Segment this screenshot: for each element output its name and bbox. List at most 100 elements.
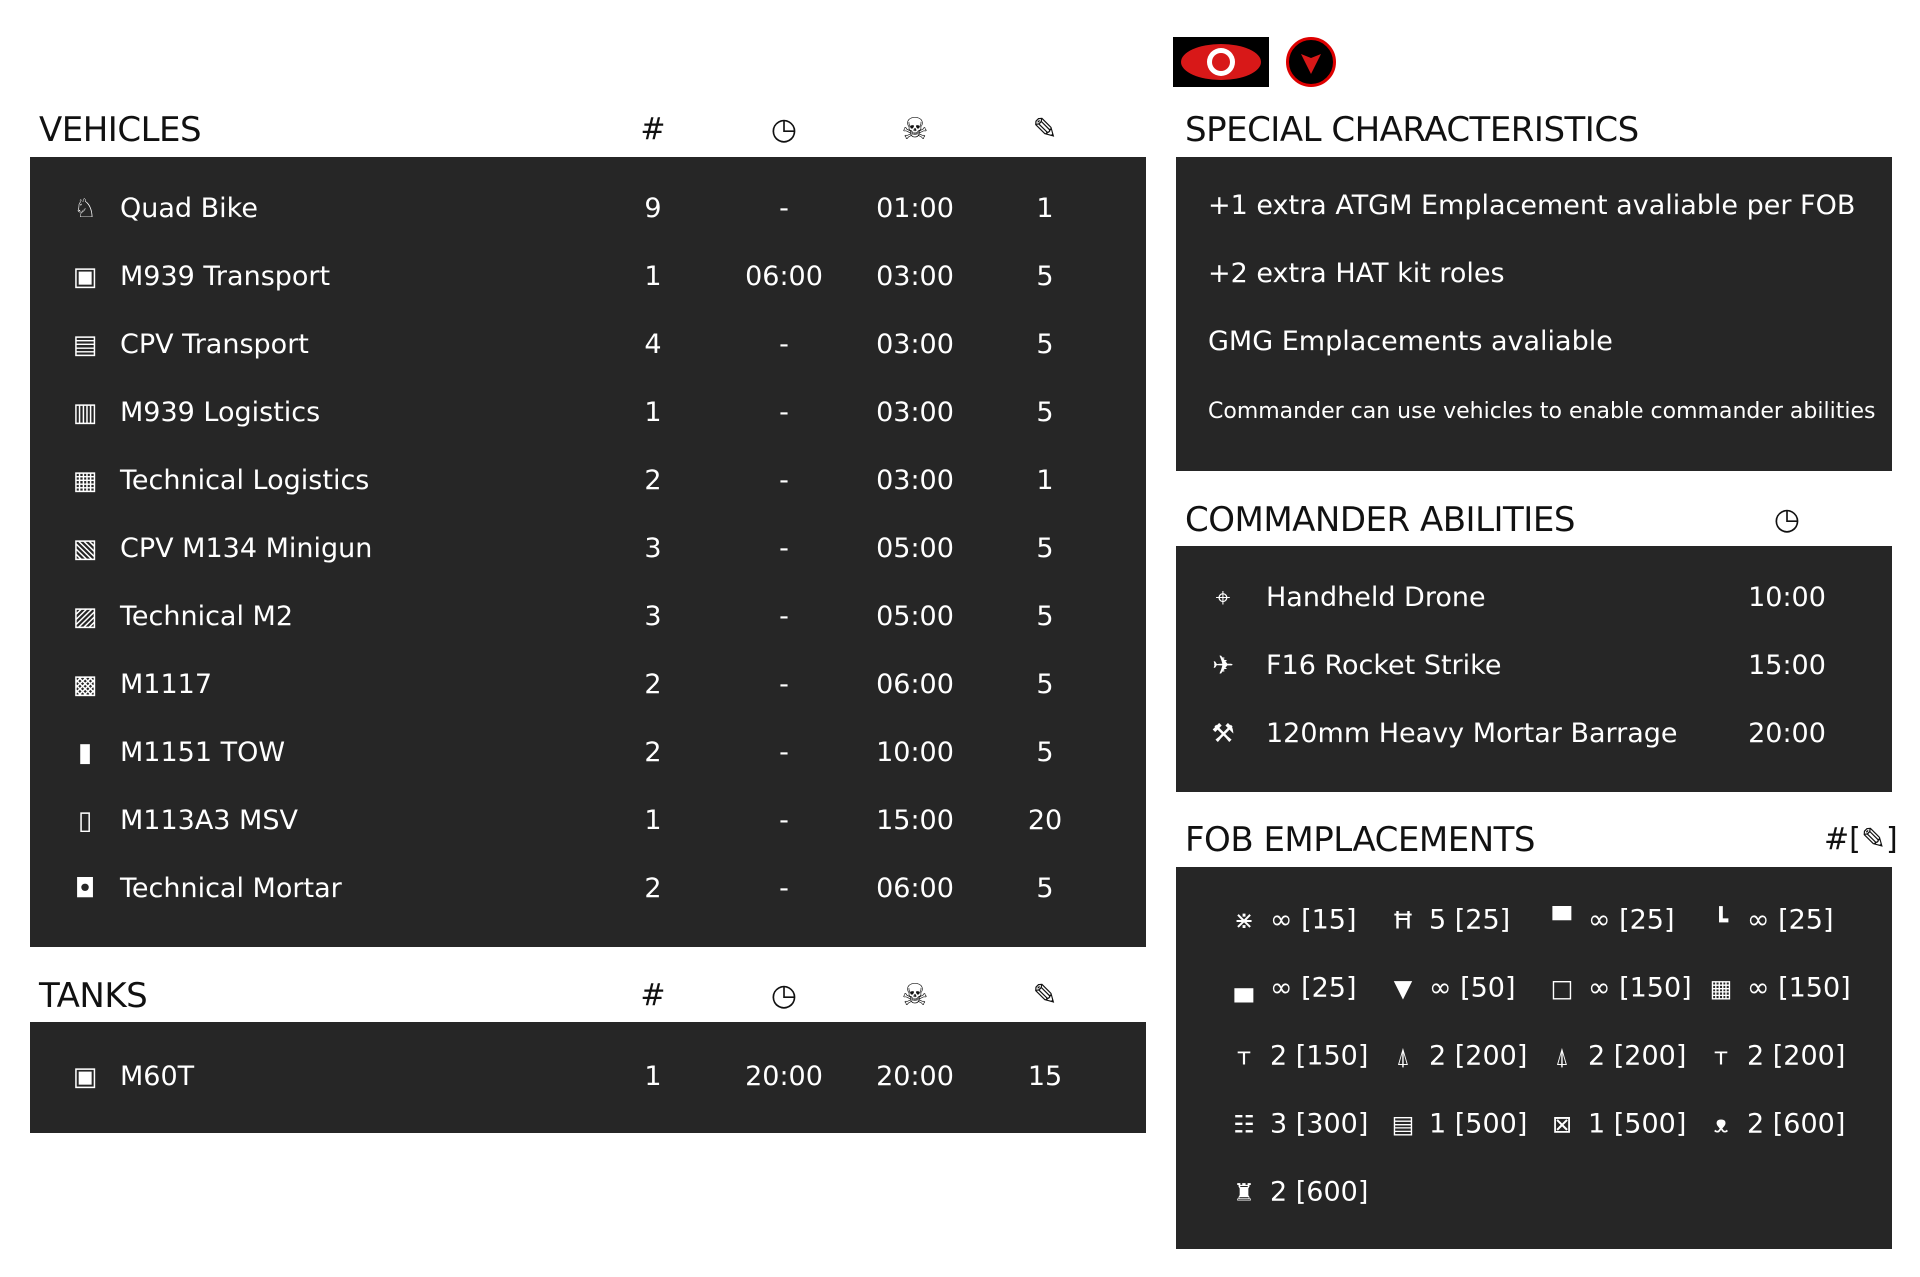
vehicle-respawn: 01:00 (876, 193, 954, 224)
fob-item-text: 3 [300] (1270, 1108, 1369, 1140)
ability-cooldown: 10:00 (1748, 582, 1826, 613)
vehicle-count: 1 (644, 397, 662, 428)
tanks-panel: ▣ M60T 1 20:00 20:00 15 (30, 1022, 1146, 1133)
fob-item-text: 2 [600] (1270, 1176, 1369, 1208)
ladder-icon: Ħ (1392, 906, 1414, 935)
vehicle-icon: ▥ (72, 398, 98, 428)
fob-item-text: ∞ [25] (1747, 904, 1834, 936)
vehicle-count: 2 (644, 737, 662, 768)
mortar-icon: ⚒ (1211, 719, 1235, 749)
vehicle-count: 1 (644, 805, 662, 836)
vehicle-name: Technical Mortar (120, 873, 342, 904)
commander-panel: ⌖ Handheld Drone 10:00 ✈ F16 Rocket Strike 1… (1176, 546, 1892, 792)
fob-item-text: ∞ [150] (1747, 972, 1851, 1004)
vehicle-delay: - (779, 397, 789, 428)
vehicle-row: ▯ M113A3 MSV 1 - 15:00 20 (30, 801, 1146, 841)
fob-item: ▦ ∞ [150] (1701, 973, 1851, 1004)
vehicle-tickets: 15 (1027, 1061, 1063, 1092)
vehicle-delay: - (779, 805, 789, 836)
vehicle-count: 1 (644, 261, 662, 292)
vehicle-respawn: 05:00 (876, 533, 954, 564)
vehicle-respawn: 20:00 (876, 1061, 954, 1092)
vehicle-delay: - (779, 873, 789, 904)
vehicle-delay: - (779, 193, 789, 224)
vehicle-icon: ▨ (72, 602, 98, 632)
fob-item: ⍋ 2 [200] (1542, 1041, 1687, 1072)
atgm-icon: ⍋ (1554, 1042, 1570, 1071)
ability-cooldown: 15:00 (1748, 650, 1826, 681)
ability-row: ⌖ Handheld Drone 10:00 (1176, 578, 1892, 618)
vehicle-delay: - (779, 737, 789, 768)
vehicle-respawn: 15:00 (876, 805, 954, 836)
vehicles-title: VEHICLES (39, 110, 202, 150)
vehicle-count: 2 (644, 465, 662, 496)
vehicle-icon: ♘ (73, 194, 97, 224)
vehicle-respawn: 03:00 (876, 329, 954, 360)
ticket-icon: ✎ (1032, 978, 1058, 1013)
drone-icon: ⌖ (1215, 583, 1231, 613)
special-item: +1 extra ATGM Emplacement avaliable per … (1208, 190, 1856, 221)
vehicles-panel: ♘ Quad Bike 9 - 01:00 1 ▣ M939 Transport … (30, 157, 1146, 947)
vehicle-count: 4 (644, 329, 662, 360)
fob-item: ▼ ∞ [50] (1383, 973, 1516, 1004)
vehicle-row: ▩ M1117 2 - 06:00 5 (30, 665, 1146, 705)
fob-item-text: ∞ [50] (1429, 972, 1516, 1004)
vehicle-name: M60T (120, 1061, 195, 1092)
ticket-icon: ✎ (1860, 822, 1886, 857)
vehicle-respawn: 10:00 (876, 737, 954, 768)
special-panel: +1 extra ATGM Emplacement avaliable per … (1176, 157, 1892, 471)
fob-title: FOB EMPLACEMENTS (1185, 820, 1535, 860)
vehicle-name: M939 Logistics (120, 397, 321, 428)
fob-item-text: ∞ [25] (1588, 904, 1675, 936)
special-title: SPECIAL CHARACTERISTICS (1185, 110, 1639, 150)
hesco-wall-icon: ▦ (1709, 974, 1733, 1003)
vehicle-respawn: 03:00 (876, 261, 954, 292)
bunker-icon: □ (1550, 974, 1574, 1003)
count-header: # (640, 112, 666, 147)
fob-item: ᴛ 2 [150] (1224, 1041, 1368, 1072)
fob-item: ♜ 2 [600] (1224, 1177, 1368, 1208)
vehicle-name: Technical M2 (120, 601, 294, 632)
tanks-title: TANKS (39, 976, 148, 1016)
fob-item-text: 1 [500] (1429, 1108, 1528, 1140)
eagle-logo (1173, 37, 1269, 87)
vehicle-icon: ▧ (72, 534, 98, 564)
vehicle-row: ◘ Technical Mortar 2 - 06:00 5 (30, 869, 1146, 909)
repair-station-icon: ⊠ (1551, 1110, 1573, 1139)
vehicle-respawn: 05:00 (876, 601, 954, 632)
sandbag-stack-icon: ▄ (1234, 974, 1254, 1003)
count-label: #[ (1824, 822, 1861, 857)
hmg-icon: ᴛ (1237, 1042, 1251, 1071)
hesco-bunker-icon: ☷ (1233, 1110, 1255, 1139)
fob-item-text: 2 [200] (1429, 1040, 1528, 1072)
vehicle-count: 3 (644, 533, 662, 564)
vehicle-tickets: 1 (1036, 465, 1054, 496)
vehicle-tickets: 1 (1036, 193, 1054, 224)
vehicle-name: M113A3 MSV (120, 805, 298, 836)
vehicle-tickets: 5 (1036, 397, 1054, 428)
vehicle-name: M939 Transport (120, 261, 331, 292)
vehicle-tickets: 5 (1036, 669, 1054, 700)
vehicle-respawn: 03:00 (876, 465, 954, 496)
clock-icon: ◷ (770, 112, 798, 147)
ability-name: 120mm Heavy Mortar Barrage (1266, 718, 1678, 749)
vehicle-delay: - (779, 465, 789, 496)
vehicle-row: ▮ M1151 TOW 2 - 10:00 5 (30, 733, 1146, 773)
vehicle-tickets: 5 (1036, 329, 1054, 360)
vehicle-tickets: 20 (1027, 805, 1063, 836)
vehicle-name: M1151 TOW (120, 737, 286, 768)
special-item: Commander can use vehicles to enable com… (1208, 399, 1876, 424)
ability-cooldown: 20:00 (1748, 718, 1826, 749)
vehicle-row: ▣ M60T 1 20:00 20:00 15 (30, 1057, 1146, 1097)
vehicle-icon: ▦ (72, 466, 98, 496)
commander-title: COMMANDER ABILITIES (1185, 500, 1575, 540)
special-item: +2 extra HAT kit roles (1208, 258, 1505, 289)
fob-item: ⍋ 2 [200] (1383, 1040, 1528, 1072)
special-item: GMG Emplacements avaliable (1208, 326, 1613, 357)
fob-item: ▤ 1 [500] (1383, 1108, 1528, 1140)
vehicle-respawn: 06:00 (876, 669, 954, 700)
fob-header: #[✎] (1824, 822, 1898, 857)
ammo-crate-icon: ▤ (1391, 1110, 1415, 1139)
fob-item: ▀ ∞ [25] (1542, 905, 1675, 936)
vehicle-count: 3 (644, 601, 662, 632)
